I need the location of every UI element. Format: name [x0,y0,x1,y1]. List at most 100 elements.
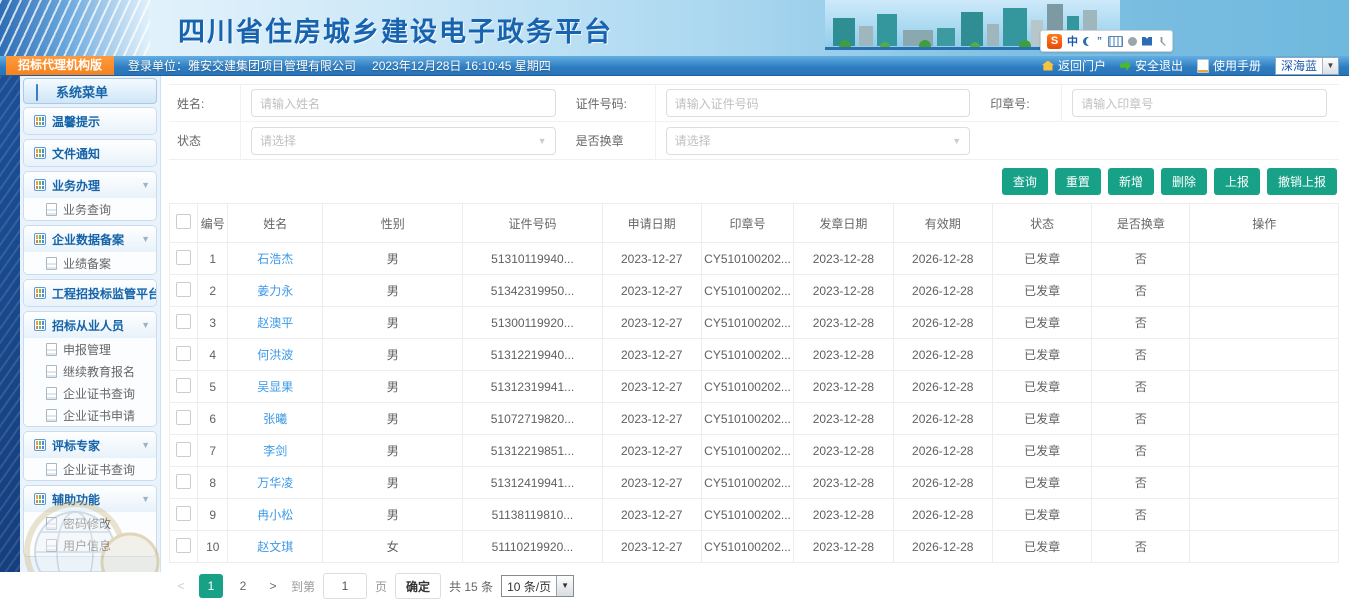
ime-settings-icon[interactable] [1157,37,1166,46]
status-select[interactable]: 请选择 ▼ [251,127,556,155]
ime-toolbar[interactable]: S 中 ” [1040,30,1173,52]
id-number-input[interactable]: 请输入证件号码 [666,89,971,117]
cell-gender: 男 [323,339,463,371]
menu-grid-icon [34,439,46,451]
cell-gender: 男 [323,243,463,275]
sidebar-subitem-5-1[interactable]: 继续教育报名 [24,360,156,382]
doc-icon [46,203,57,216]
name-input[interactable]: 请输入姓名 [251,89,556,117]
goto-confirm-button[interactable]: 确定 [395,573,441,599]
row-checkbox[interactable] [176,250,191,265]
row-checkbox[interactable] [176,410,191,425]
sogou-logo-icon[interactable]: S [1047,34,1062,49]
person-name-link[interactable]: 姜力永 [257,284,293,298]
row-checkbox[interactable] [176,538,191,553]
sidebar-item-5[interactable]: 招标从业人员 ▼ [24,312,156,338]
row-checkbox[interactable] [176,314,191,329]
chinese-mode-icon[interactable]: 中 [1067,33,1078,49]
sidebar-item-label: 温馨提示 [52,113,100,130]
cell-status: 已发章 [992,339,1091,371]
next-page-button[interactable]: > [263,579,283,593]
row-select-cell [170,243,198,275]
cell-valid-date: 2026-12-28 [893,435,992,467]
query-button[interactable]: 查询 [1002,168,1048,195]
cell-valid-date: 2026-12-28 [893,499,992,531]
page-size-select[interactable]: 10 条/页 ▼ [501,575,574,597]
reset-button[interactable]: 重置 [1055,168,1101,195]
delete-button[interactable]: 删除 [1161,168,1207,195]
row-checkbox[interactable] [176,506,191,521]
page-button-1[interactable]: 1 [199,574,223,598]
safe-logout-link[interactable]: 安全退出 [1120,57,1183,74]
row-checkbox[interactable] [176,346,191,361]
user-manual-link[interactable]: 使用手册 [1197,57,1261,74]
cell-status: 已发章 [992,531,1091,563]
row-checkbox[interactable] [176,282,191,297]
cell-valid-date: 2026-12-28 [893,275,992,307]
soft-keyboard-icon[interactable] [1108,36,1123,47]
menu-grid-icon [34,233,46,245]
row-checkbox[interactable] [176,442,191,457]
sidebar-item-4[interactable]: 工程招投标监管平台 [24,280,156,306]
cell-id-number: 51312219940... [463,339,602,371]
report-button[interactable]: 上报 [1214,168,1260,195]
goto-page-input[interactable]: 1 [323,573,367,599]
row-checkbox[interactable] [176,378,191,393]
cell-no: 10 [198,531,228,563]
account-icon[interactable] [1128,37,1137,46]
punctuation-icon[interactable]: ” [1097,36,1103,47]
return-portal-link[interactable]: 返回门户 [1042,57,1106,74]
sidebar-item-3[interactable]: 企业数据备案 ▼ [24,226,156,252]
cell-name: 万华凌 [228,467,323,499]
cell-apply-date: 2023-12-27 [602,467,701,499]
sidebar-subitem-2-0[interactable]: 业务查询 [24,198,156,220]
row-checkbox[interactable] [176,474,191,489]
sidebar-subitem-5-3[interactable]: 企业证书申请 [24,404,156,426]
sidebar-item-2[interactable]: 业务办理 ▼ [24,172,156,198]
main-content: 姓名: 请输入姓名 证件号码: 请输入证件号码 印章号: 请输入印章号 状态 请… [161,76,1349,572]
seal-change-select[interactable]: 请选择 ▼ [666,127,971,155]
person-name-link[interactable]: 何洪波 [257,348,293,362]
person-name-link[interactable]: 万华凌 [257,476,293,490]
pagination: < 1 2 > 到第 1 页 确定 共 15 条 10 条/页 ▼ [169,563,1339,599]
col-seal-no: 印章号 [701,204,793,243]
seal-no-input[interactable]: 请输入印章号 [1072,89,1327,117]
menu-grid-icon [34,115,46,127]
table-row: 1石浩杰男51310119940...2023-12-27CY510100202… [170,243,1339,275]
sidebar-subitem-label: 业务查询 [63,201,111,218]
sidebar-item-label: 评标专家 [52,437,100,454]
person-name-link[interactable]: 张曦 [263,412,287,426]
row-select-cell [170,371,198,403]
cancel-report-button[interactable]: 撤销上报 [1267,168,1337,195]
sidebar-item-0[interactable]: 温馨提示 [24,108,156,134]
person-name-link[interactable]: 石浩杰 [257,252,293,266]
sidebar-subitem-3-0[interactable]: 业绩备案 [24,252,156,274]
sidebar-item-1[interactable]: 文件通知 [24,140,156,166]
prev-page-button[interactable]: < [171,579,191,593]
form-filler [982,122,1062,159]
cell-id-number: 51342319950... [463,275,602,307]
sidebar-item-6[interactable]: 评标专家 ▼ [24,432,156,458]
fullwidth-moon-icon[interactable] [1083,37,1092,46]
sidebar-subitem-5-2[interactable]: 企业证书查询 [24,382,156,404]
sidebar-subitem-5-0[interactable]: 申报管理 [24,338,156,360]
add-button[interactable]: 新增 [1108,168,1154,195]
cell-issue-date: 2023-12-28 [794,371,893,403]
person-name-link[interactable]: 冉小松 [257,508,293,522]
top-bar: 招标代理机构版 登录单位：雅安交建集团项目管理有限公司 2023年12月28日 … [0,56,1349,76]
person-name-link[interactable]: 赵文琪 [257,540,293,554]
sidebar-subitem-label: 企业证书申请 [63,407,135,424]
col-action: 操作 [1190,204,1339,243]
person-name-link[interactable]: 李剑 [263,444,287,458]
page-button-2[interactable]: 2 [231,574,255,598]
cell-id-number: 51312319941... [463,371,602,403]
theme-select[interactable]: 深海蓝 ▼ [1275,57,1339,75]
select-all-checkbox[interactable] [176,214,191,229]
person-name-link[interactable]: 吴显果 [257,380,293,394]
person-name-link[interactable]: 赵澳平 [257,316,293,330]
login-unit-label: 登录单位：雅安交建集团项目管理有限公司 [128,57,356,74]
doc-icon [46,463,57,476]
skin-icon[interactable] [1142,37,1152,46]
cell-name: 吴显果 [228,371,323,403]
chevron-down-icon: ▼ [141,234,150,244]
